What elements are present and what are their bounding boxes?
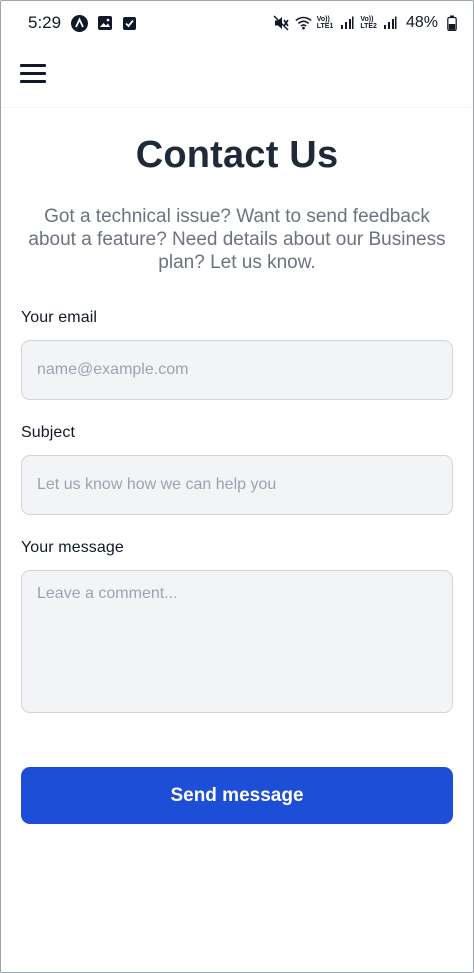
app-notification-icon: [71, 14, 89, 32]
email-label: Your email: [21, 309, 98, 326]
signal-icon: [338, 15, 355, 32]
battery-icon: [443, 15, 460, 32]
signal-icon: [382, 15, 399, 32]
message-field[interactable]: [21, 570, 453, 713]
signal-1-label: Vo)) LTE1: [317, 16, 334, 30]
app-header: [0, 46, 474, 108]
page-title: Contact Us: [135, 134, 339, 176]
page-subtitle: Got a technical issue? Want to send feed…: [28, 206, 446, 273]
wifi-icon: [295, 15, 312, 32]
image-icon: [96, 15, 113, 32]
status-right: Vo)) LTE1 Vo)) LTE2 48%: [273, 14, 460, 32]
checkbox-icon: [121, 15, 138, 32]
status-bar: 5:29 Vo)) LTE1 Vo)) LTE2 48%: [0, 0, 474, 46]
send-message-button[interactable]: Send message: [21, 767, 453, 824]
status-left: 5:29: [28, 13, 138, 33]
signal-1-label-bottom: LTE1: [316, 23, 334, 30]
signal-1-label-top: Vo)): [316, 16, 330, 23]
message-label: Your message: [21, 539, 124, 556]
hamburger-menu-icon[interactable]: [20, 64, 48, 84]
subject-field[interactable]: [21, 455, 453, 515]
battery-percent: 48%: [405, 14, 438, 31]
signal-2-label-bottom: LTE2: [360, 23, 377, 30]
status-time: 5:29: [28, 13, 62, 32]
signal-2-label: Vo)) LTE2: [360, 16, 377, 30]
email-field[interactable]: [21, 340, 453, 400]
signal-2-label-top: Vo)): [360, 16, 374, 23]
subject-label: Subject: [21, 424, 76, 441]
mute-icon: [273, 15, 290, 32]
